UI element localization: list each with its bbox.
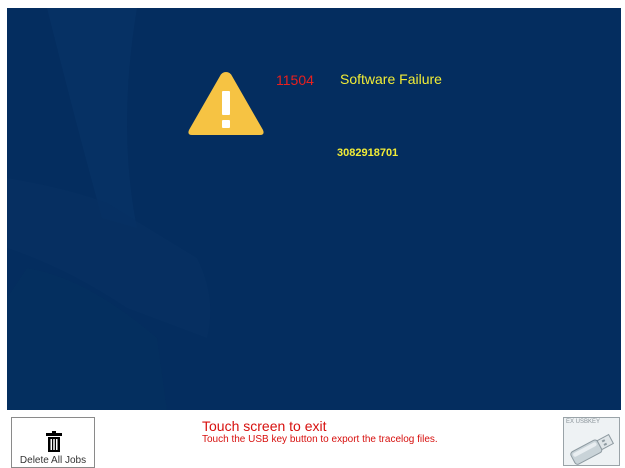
error-title: Software Failure <box>340 71 442 87</box>
delete-all-jobs-button[interactable]: Delete All Jobs <box>11 417 95 468</box>
exit-instruction: Touch screen to exit <box>202 418 327 434</box>
trash-icon <box>46 431 62 452</box>
usb-key-button[interactable]: EX USBKEY <box>563 417 620 466</box>
background-decoration <box>7 8 211 410</box>
usb-instruction: Touch the USB key button to export the t… <box>202 434 438 445</box>
error-code: 11504 <box>276 72 314 88</box>
usb-key-icon <box>570 433 615 465</box>
warning-icon <box>188 72 264 135</box>
delete-all-jobs-label: Delete All Jobs <box>19 455 87 466</box>
error-number: 3082918701 <box>337 147 399 159</box>
error-screen[interactable]: 11504 Software Failure 3082918701 <box>7 8 621 410</box>
